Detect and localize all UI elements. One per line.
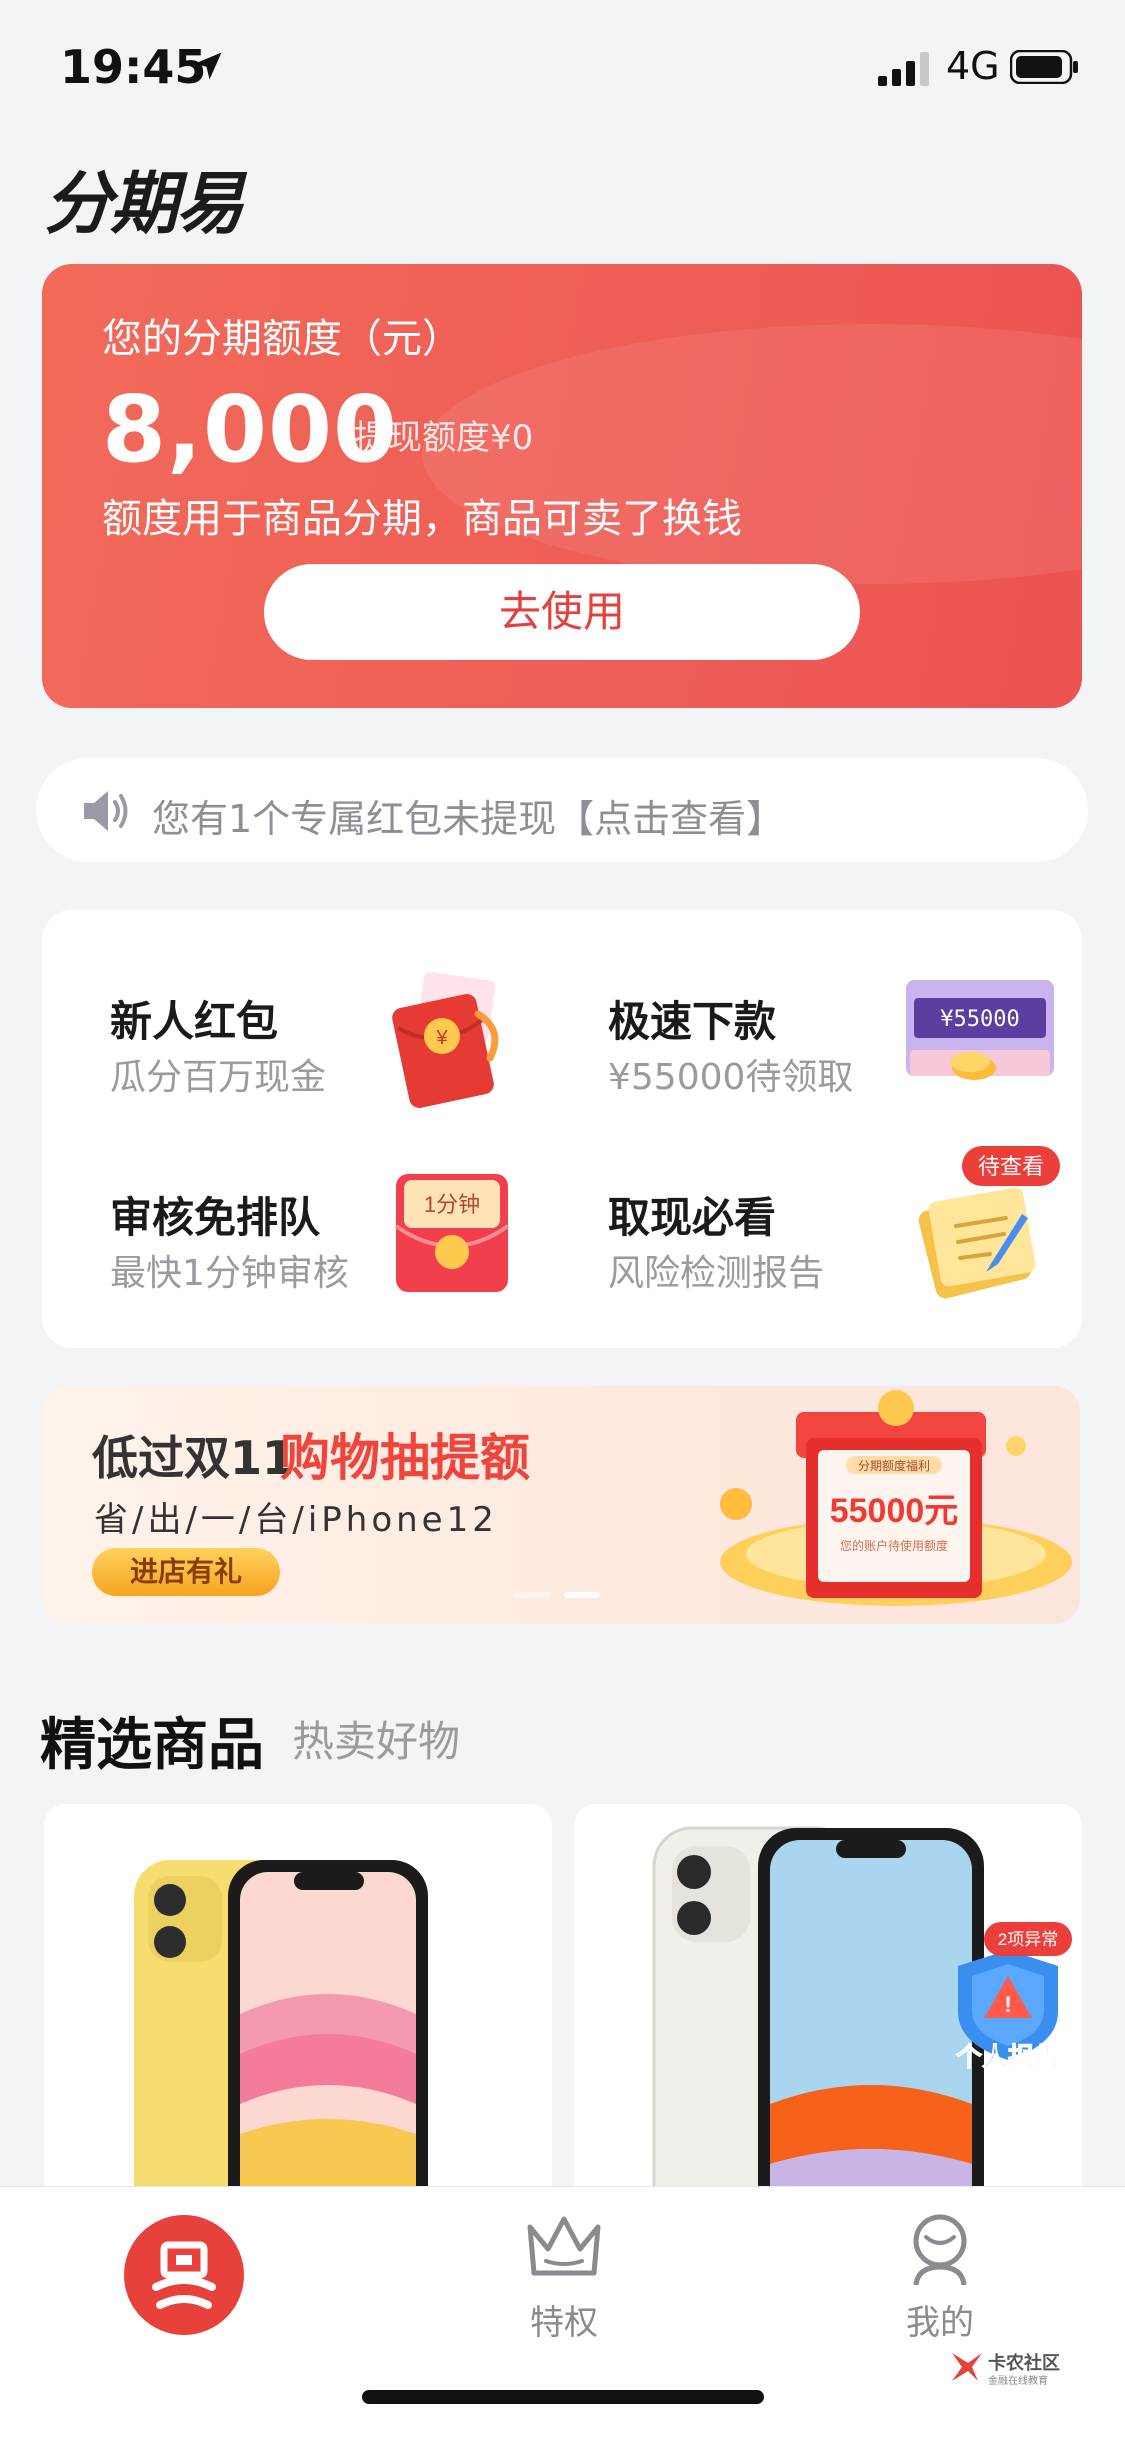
banner-art-amount: 55000元 — [830, 1492, 959, 1530]
feature-subtitle: 最快1分钟审核 — [110, 1253, 349, 1294]
location-arrow-icon — [194, 52, 222, 80]
feature-title: 新人红包 — [110, 997, 279, 1046]
banner-button[interactable]: 进店有礼 — [92, 1548, 280, 1596]
home-indicator — [362, 2390, 764, 2404]
red-envelope-icon: ¥ — [392, 972, 499, 1108]
watermark-logo: 卡农社区 金融在线教育 — [952, 2352, 1060, 2387]
nav-label-privilege: 特权 — [530, 2303, 598, 2343]
feature-withdraw-guide[interactable]: 取现必看 风险检测报告 待查看 — [540, 1146, 1060, 1326]
battery-icon — [1010, 50, 1078, 84]
yellow-phone-image — [134, 1860, 428, 2224]
status-time: 19:45 — [60, 40, 207, 94]
report-tag: 2项异常 — [998, 1930, 1058, 1949]
gift-box-illustration: 分期额度福利 55000元 您的账户待使用额度 — [720, 1390, 1072, 1606]
report-notepad-icon: 待查看 — [918, 1146, 1060, 1299]
section-subtitle: 热卖好物 — [292, 1717, 461, 1766]
nav-mine[interactable]: 我的 — [876, 2209, 1004, 2343]
svg-text:¥: ¥ — [435, 1027, 448, 1049]
svg-text:!: ! — [1004, 1992, 1011, 2017]
feature-no-queue-review[interactable]: 审核免排队 最快1分钟审核 1分钟 — [42, 1166, 542, 1326]
watermark-text: 卡农社区 — [988, 2352, 1060, 2373]
use-button[interactable]: 去使用 — [264, 564, 860, 660]
counter-text: ¥55000 — [940, 1007, 1019, 1032]
badge-text: 1分钟 — [424, 1192, 480, 1217]
feature-grid: 新人红包 瓜分百万现金 ¥ 极速下款 ¥55000待领取 ¥55000 审核免排… — [42, 910, 1082, 1348]
credit-label: 您的分期额度（元） — [102, 316, 462, 362]
banner-art-heading: 分期额度福利 — [858, 1458, 930, 1473]
promo-banner[interactable]: 低过双11 购物抽提额 省/出/一/台/iPhone12 进店有礼 分期额度福利… — [44, 1386, 1080, 1624]
feature-title: 审核免排队 — [110, 1193, 321, 1242]
notice-bar[interactable]: 您有1个专属红包未提现【点击查看】 — [36, 758, 1088, 862]
credit-description: 额度用于商品分期，商品可卖了换钱 — [102, 496, 742, 542]
feature-subtitle: ¥55000待领取 — [608, 1057, 854, 1098]
feature-fast-loan[interactable]: 极速下款 ¥55000待领取 ¥55000 — [540, 970, 1054, 1130]
section-title: 精选商品 — [40, 1713, 264, 1778]
withdraw-label: 提现额度¥0 — [354, 418, 534, 458]
signal-icon — [878, 52, 929, 86]
feature-title: 极速下款 — [608, 997, 777, 1046]
cash-machine-icon: ¥55000 — [906, 980, 1054, 1080]
network-type: 4G — [946, 44, 1000, 88]
report-label: 个人报告 — [956, 2042, 1060, 2070]
feature-subtitle: 瓜分百万现金 — [110, 1057, 327, 1098]
feature-new-user-red-packet[interactable]: 新人红包 瓜分百万现金 ¥ — [42, 970, 542, 1130]
banner-title-part1: 低过双11 — [92, 1431, 295, 1485]
banner-art-note: 您的账户待使用额度 — [840, 1538, 948, 1553]
feature-title: 取现必看 — [608, 1193, 777, 1242]
banner-subtitle: 省/出/一/台/iPhone12 — [94, 1500, 498, 1540]
one-minute-envelope-icon: 1分钟 — [394, 1174, 510, 1292]
nav-privilege[interactable]: 特权 — [500, 2209, 628, 2343]
speaker-icon — [84, 791, 128, 831]
personal-report-badge[interactable]: ! 2项异常 个人报告 — [940, 1920, 1076, 2070]
banner-title-part2: 购物抽提额 — [280, 1429, 530, 1487]
watermark-subtext: 金融在线教育 — [988, 2374, 1048, 2387]
carousel-dots — [514, 1592, 600, 1598]
nav-home[interactable] — [124, 2215, 244, 2335]
feature-subtitle: 风险检测报告 — [608, 1253, 825, 1294]
nav-label-mine: 我的 — [906, 2303, 974, 2343]
product-card-1[interactable] — [44, 1804, 552, 2224]
home-logo-icon — [152, 2241, 216, 2309]
crown-icon — [527, 2216, 601, 2276]
credit-card: 您的分期额度（元） 8,000 提现额度¥0 额度用于商品分期，商品可卖了换钱 … — [42, 264, 1082, 708]
notice-text: 您有1个专属红包未提现【点击查看】 — [152, 797, 785, 841]
user-icon — [913, 2214, 967, 2286]
pending-tag: 待查看 — [978, 1154, 1044, 1179]
app-title: 分期易 — [44, 165, 244, 244]
